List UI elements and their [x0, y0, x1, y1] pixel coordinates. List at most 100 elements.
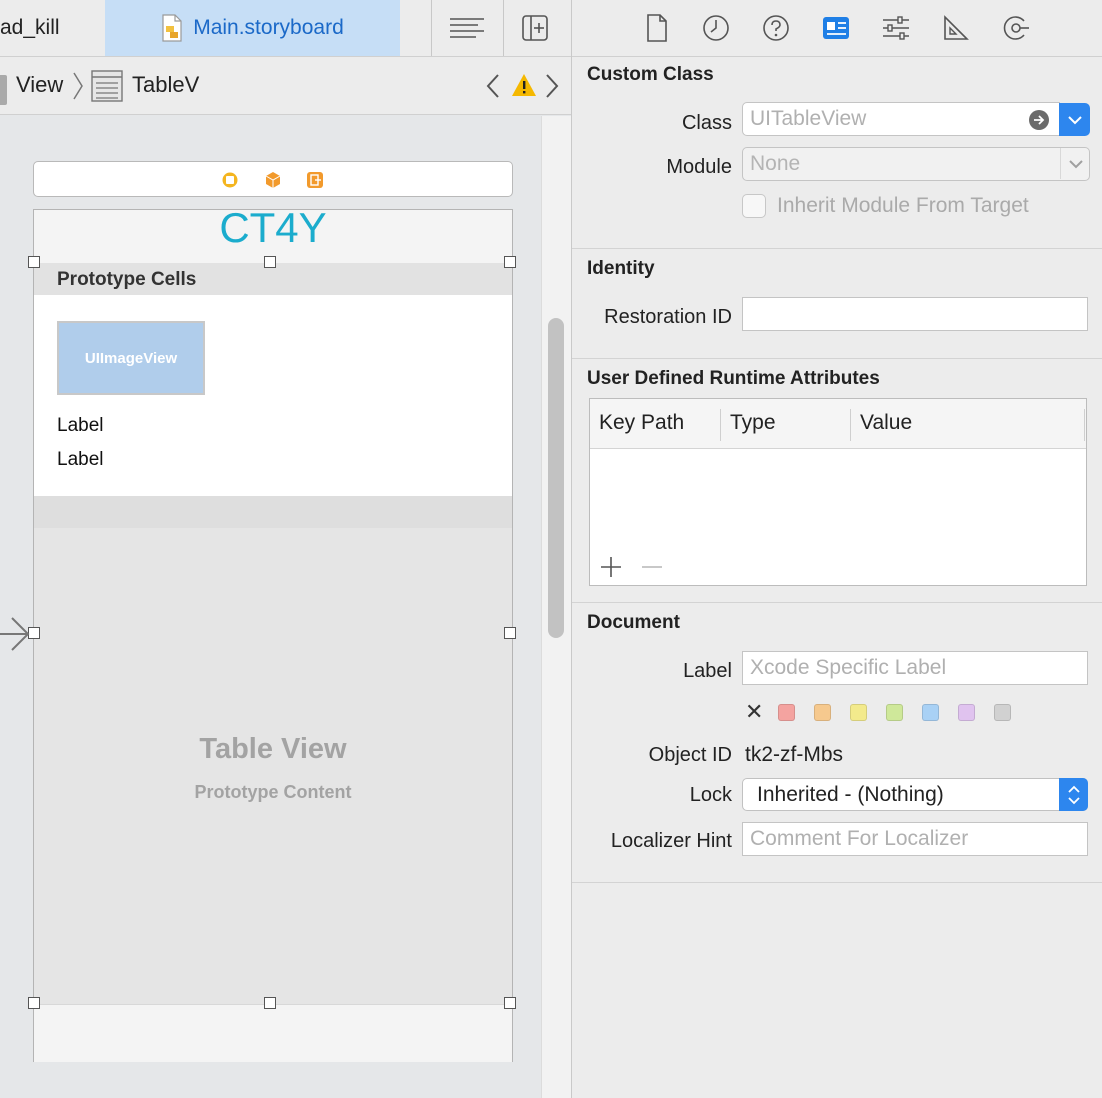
- resize-handle[interactable]: [264, 997, 276, 1009]
- resize-handle[interactable]: [504, 627, 516, 639]
- sliders-icon: [883, 16, 909, 40]
- module-field[interactable]: None: [742, 147, 1090, 181]
- file-icon: [647, 14, 667, 42]
- scene-dock: [33, 161, 513, 197]
- class-dropdown-button[interactable]: [1059, 103, 1090, 136]
- color-swatch-yellow[interactable]: [850, 704, 867, 721]
- view-controller-icon[interactable]: [221, 171, 239, 189]
- section-divider: [572, 358, 1102, 359]
- restoration-id-field[interactable]: [742, 297, 1088, 331]
- custom-class-title: Custom Class: [587, 64, 714, 85]
- tab-label: Main.storyboard: [193, 16, 344, 39]
- table-view[interactable]: Prototype Cells UIImageView Label Label …: [34, 263, 512, 1004]
- table-header: Key Path Type Value: [590, 399, 1086, 449]
- module-dropdown-button[interactable]: [1060, 148, 1090, 179]
- tab-separator: [503, 0, 504, 56]
- history-inspector-tab[interactable]: [699, 12, 733, 44]
- document-outline-button[interactable]: [448, 12, 486, 44]
- table-view-controller-scene[interactable]: CT4Y Prototype Cells UIImageView Label L…: [33, 204, 513, 1062]
- connections-inspector-tab[interactable]: [999, 12, 1033, 44]
- prototype-cell[interactable]: UIImageView Label Label: [34, 295, 512, 496]
- file-inspector-tab[interactable]: [640, 12, 674, 44]
- color-swatch-orange[interactable]: [814, 704, 831, 721]
- column-separator: [850, 409, 851, 441]
- color-swatch-blue[interactable]: [922, 704, 939, 721]
- object-id-label: Object ID: [648, 744, 732, 766]
- tab-separator: [431, 0, 432, 56]
- remove-attribute-button[interactable]: [640, 555, 664, 584]
- nav-title: CT4Y: [219, 204, 327, 251]
- lock-select-arrows[interactable]: [1059, 778, 1088, 811]
- image-view-label: UIImageView: [84, 349, 178, 367]
- add-editor-icon: [522, 15, 548, 41]
- entry-point-arrow-icon[interactable]: [0, 616, 30, 657]
- breadcrumb-tablev[interactable]: TableV: [132, 72, 199, 98]
- jump-bar: View TableV: [0, 57, 571, 115]
- jumpbar-item-icon: [0, 75, 7, 105]
- color-swatch-red[interactable]: [778, 704, 795, 721]
- chevron-down-icon: [1068, 159, 1083, 168]
- column-value[interactable]: Value: [860, 411, 912, 435]
- go-to-class-icon[interactable]: [1029, 110, 1049, 130]
- object-id-value: tk2-zf-Mbs: [745, 743, 844, 766]
- prototype-cells-label: Prototype Cells: [57, 269, 197, 290]
- class-label: Class: [681, 112, 732, 134]
- clock-icon: [703, 15, 729, 41]
- resize-handle[interactable]: [504, 997, 516, 1009]
- localizer-hint-label: Localizer Hint: [610, 830, 732, 852]
- breadcrumb-view[interactable]: View: [16, 72, 63, 98]
- restoration-id-label: Restoration ID: [604, 306, 732, 328]
- cell-label-1[interactable]: Label: [57, 415, 104, 437]
- question-icon: [763, 15, 789, 41]
- document-title: Document: [587, 612, 680, 633]
- size-inspector-tab[interactable]: [939, 12, 973, 44]
- inherit-module-label: Inherit Module From Target: [777, 194, 1029, 217]
- scrollbar-thumb[interactable]: [548, 318, 564, 638]
- lock-select[interactable]: Inherited - (Nothing): [742, 778, 1088, 811]
- nav-back-icon[interactable]: [484, 71, 502, 107]
- table-view-subtitle: Prototype Content: [194, 782, 352, 802]
- runtime-attributes-table[interactable]: Key Path Type Value: [589, 398, 1087, 586]
- first-responder-icon[interactable]: [264, 171, 282, 189]
- connections-icon: [1003, 16, 1029, 40]
- up-down-chevron-icon: [1067, 785, 1080, 804]
- inherit-module-checkbox[interactable]: [742, 194, 766, 218]
- module-value: None: [750, 152, 801, 175]
- attributes-inspector-tab[interactable]: [879, 12, 913, 44]
- tab-main-storyboard[interactable]: Main.storyboard: [105, 0, 400, 56]
- class-field[interactable]: UITableView: [742, 102, 1060, 136]
- identity-inspector-tab[interactable]: [819, 12, 853, 44]
- exit-icon[interactable]: [306, 171, 324, 189]
- image-view[interactable]: UIImageView: [57, 321, 205, 395]
- ruler-icon: [944, 15, 969, 40]
- quick-help-tab[interactable]: [759, 12, 793, 44]
- resize-handle[interactable]: [264, 256, 276, 268]
- resize-handle[interactable]: [504, 256, 516, 268]
- lock-value: Inherited - (Nothing): [757, 783, 944, 806]
- color-swatch-purple[interactable]: [958, 704, 975, 721]
- editor-tab-bar: ad_kill Main.storyboard: [0, 0, 571, 57]
- localizer-hint-placeholder: Comment For Localizer: [750, 827, 969, 850]
- nav-forward-icon[interactable]: [543, 71, 561, 107]
- doc-label-placeholder: Xcode Specific Label: [750, 656, 947, 679]
- lock-label: Lock: [689, 784, 732, 806]
- column-key-path[interactable]: Key Path: [599, 411, 684, 435]
- tab-label: ad_kill: [0, 16, 60, 39]
- clear-color-icon[interactable]: ✕: [745, 700, 763, 724]
- cell-label-2[interactable]: Label: [57, 449, 104, 471]
- resize-handle[interactable]: [28, 256, 40, 268]
- lines-icon: [450, 18, 484, 38]
- localizer-hint-field[interactable]: Comment For Localizer: [742, 822, 1088, 856]
- plus-icon: [601, 557, 621, 577]
- color-swatch-gray[interactable]: [994, 704, 1011, 721]
- column-type[interactable]: Type: [730, 411, 776, 435]
- doc-label-field[interactable]: Xcode Specific Label: [742, 651, 1088, 685]
- tab-ad-kill[interactable]: ad_kill: [0, 0, 105, 56]
- section-divider: [572, 882, 1102, 883]
- resize-handle[interactable]: [28, 997, 40, 1009]
- color-swatch-green[interactable]: [886, 704, 903, 721]
- add-editor-button[interactable]: [516, 12, 554, 44]
- warning-icon[interactable]: [511, 73, 537, 103]
- table-view-title: Table View: [199, 733, 347, 765]
- add-attribute-button[interactable]: [599, 555, 623, 584]
